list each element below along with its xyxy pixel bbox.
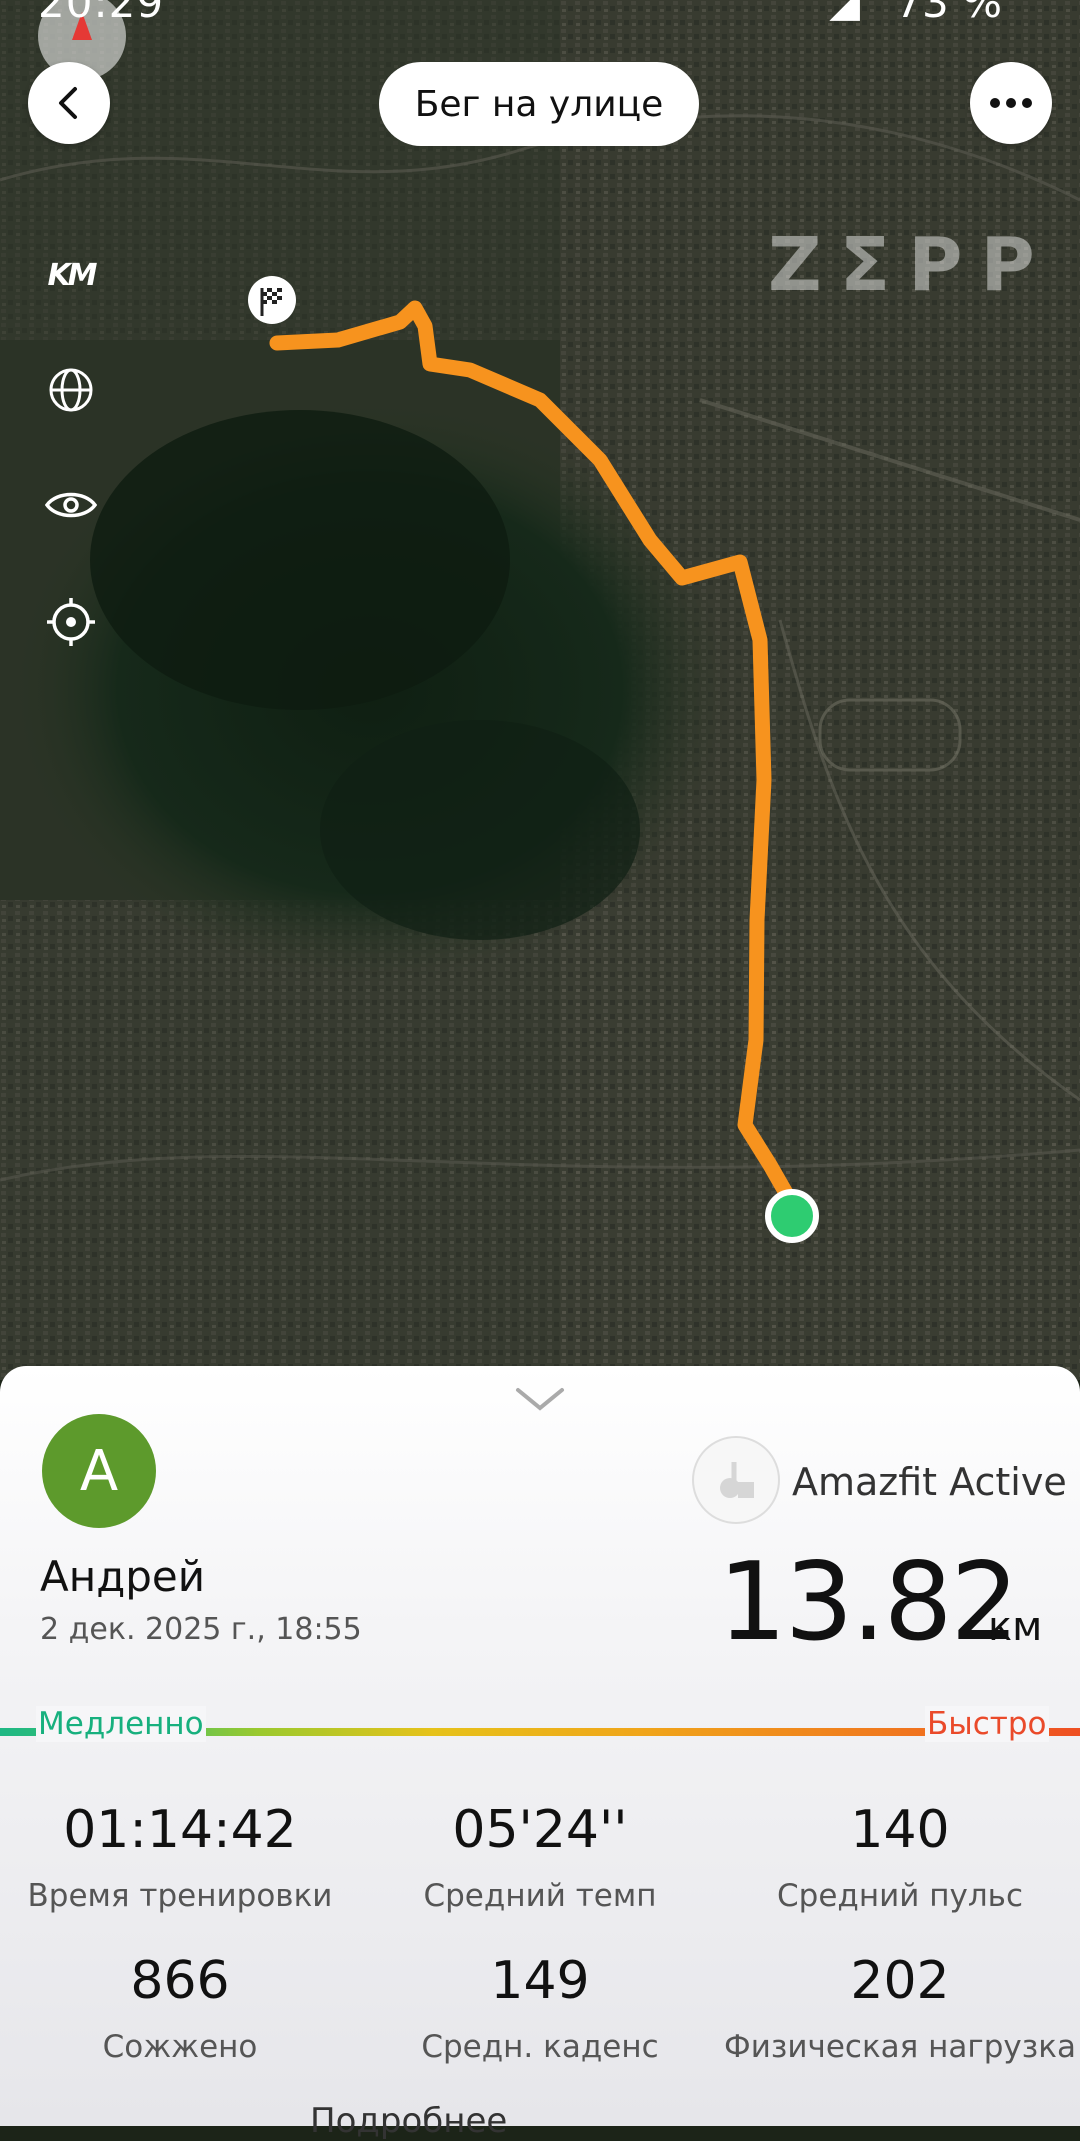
stat-label: Средний темп xyxy=(423,1878,657,1914)
km-units-icon: KM xyxy=(47,257,97,293)
stat-label: Время тренировки xyxy=(27,1878,333,1914)
stat-value: 01:14:42 xyxy=(63,1800,297,1860)
crosshair-icon xyxy=(47,598,95,646)
user-name: Андрей xyxy=(40,1552,206,1601)
watch-icon xyxy=(720,1462,754,1498)
stat-label: Сожжено xyxy=(102,2029,258,2065)
stat-calories: 866 Сожжено xyxy=(0,1951,360,2065)
device-name: Amazfit Active xyxy=(792,1460,1067,1504)
distance-unit: км xyxy=(988,1604,1043,1650)
stat-value: 149 xyxy=(490,1951,590,2011)
back-button[interactable] xyxy=(28,62,110,144)
finish-flag-icon xyxy=(248,276,296,324)
stat-value: 140 xyxy=(850,1800,950,1860)
workout-type-title: Бег на улице xyxy=(379,62,699,146)
route-map[interactable]: 20:29 ◢ 73 % Бег на улице ZΣPP KM xyxy=(0,0,1080,1380)
details-link[interactable]: Подробнее xyxy=(310,2101,507,2141)
stat-workout-time: 01:14:42 Время тренировки xyxy=(0,1800,360,1914)
chevron-left-icon xyxy=(59,87,77,119)
stat-avg-heart-rate: 140 Средний пульс xyxy=(720,1800,1080,1914)
globe-icon xyxy=(49,368,93,412)
more-options-button[interactable] xyxy=(970,62,1052,144)
signal-icon: ◢ xyxy=(829,0,860,26)
eye-icon xyxy=(45,492,97,518)
chevron-down-icon xyxy=(516,1388,564,1411)
stat-label: Средний пульс xyxy=(777,1878,1023,1914)
stat-avg-pace: 05'24'' Средний темп xyxy=(360,1800,720,1914)
stat-label: Средн. каденс xyxy=(421,2029,659,2065)
workout-summary-panel: A Amazfit Active Андрей 2 дек. 2025 г., … xyxy=(0,1366,1080,2141)
stat-avg-cadence: 149 Средн. каденс xyxy=(360,1951,720,2065)
start-marker xyxy=(765,1189,819,1243)
status-time: 20:29 xyxy=(38,0,165,27)
device-icon xyxy=(692,1436,780,1524)
zepp-watermark: ZΣPP xyxy=(768,222,1053,308)
battery-level: 73 % xyxy=(895,0,1002,27)
stat-value: 866 xyxy=(130,1951,230,2011)
distance-value: 13.82 xyxy=(718,1540,1019,1665)
map-layer-button[interactable] xyxy=(36,355,106,425)
locate-button[interactable] xyxy=(36,587,106,657)
visibility-button[interactable] xyxy=(36,470,106,540)
units-toggle-button[interactable]: KM xyxy=(36,240,106,310)
stat-label: Физическая нагрузка xyxy=(724,2029,1076,2065)
stat-value: 05'24'' xyxy=(452,1800,628,1860)
satellite-map-background xyxy=(0,0,1080,1380)
stat-training-load: 202 Физическая нагрузка xyxy=(720,1951,1080,2065)
pace-slow-label: Медленно xyxy=(36,1706,206,1742)
more-dots-icon xyxy=(990,98,1032,108)
pace-fast-label: Быстро xyxy=(925,1706,1049,1742)
workout-date: 2 дек. 2025 г., 18:55 xyxy=(40,1612,362,1647)
stat-value: 202 xyxy=(850,1951,950,2011)
collapse-panel-button[interactable] xyxy=(512,1378,568,1418)
avatar[interactable]: A xyxy=(42,1414,156,1528)
